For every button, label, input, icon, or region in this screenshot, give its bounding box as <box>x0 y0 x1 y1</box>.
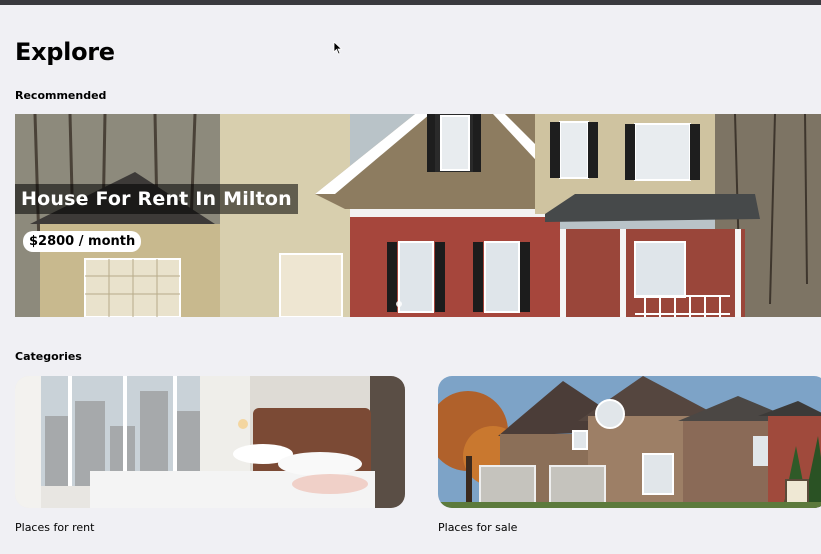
bedroom-image <box>15 376 405 508</box>
category-card-rent[interactable] <box>15 376 405 508</box>
category-label-sale[interactable]: Places for sale <box>438 521 517 534</box>
mouse-cursor-icon <box>333 41 343 55</box>
top-bar <box>0 0 821 5</box>
recommended-heading: Recommended <box>15 89 107 102</box>
house-for-sale-image <box>438 376 821 508</box>
featured-listing-card[interactable]: House For Rent In Milton $2800 / month <box>15 114 821 317</box>
featured-listing-price: $2800 / month <box>23 231 142 252</box>
carousel-indicator-dot[interactable] <box>396 301 402 307</box>
featured-listing-title: House For Rent In Milton <box>15 184 298 214</box>
page-title: Explore <box>15 38 115 66</box>
categories-heading: Categories <box>15 350 82 363</box>
category-label-rent[interactable]: Places for rent <box>15 521 94 534</box>
category-card-sale[interactable] <box>438 376 821 508</box>
featured-house-image <box>15 114 821 317</box>
